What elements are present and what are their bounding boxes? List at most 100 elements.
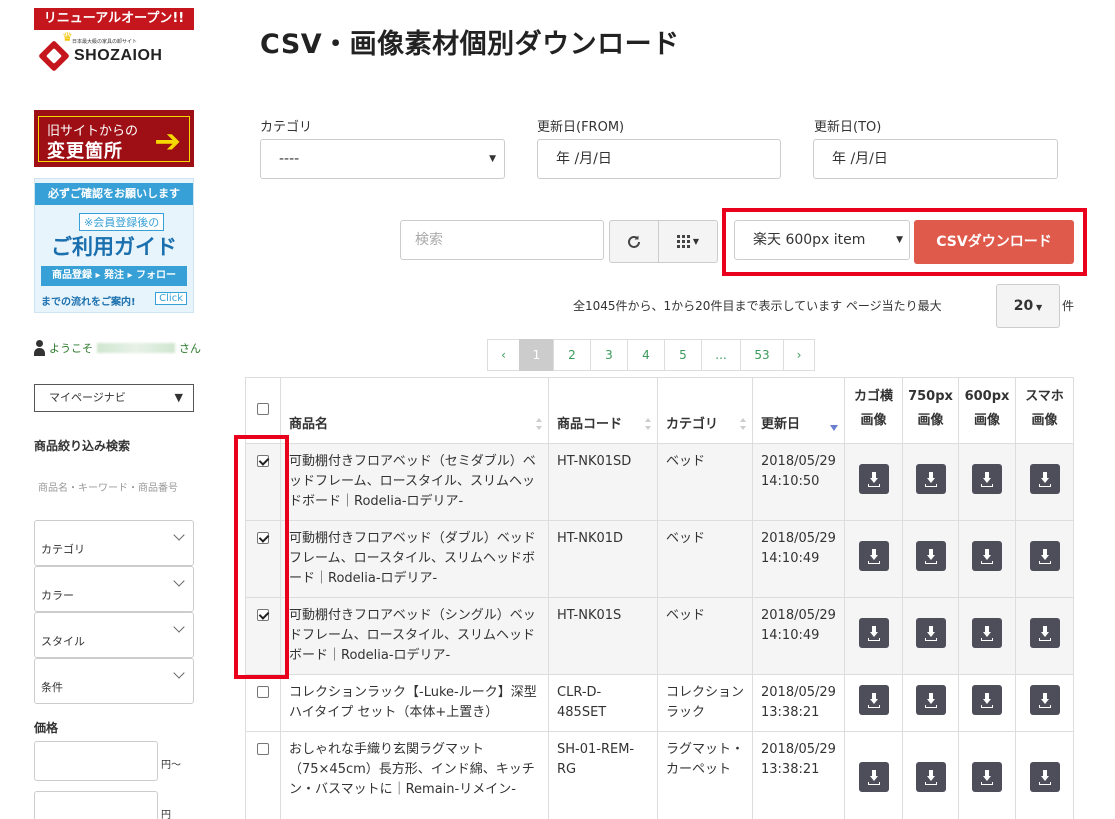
date-to-input[interactable]: 年 /月/日 (813, 139, 1058, 179)
col-750-image: 750px 画像 (902, 377, 959, 444)
guide-click-label[interactable]: Click (155, 292, 187, 305)
shozaioh-logo: ♛ 日本最大級の家具の卸サイト SHOZAIOH (34, 30, 194, 110)
download-icon[interactable] (858, 463, 889, 494)
page-5[interactable]: 5 (664, 339, 702, 371)
page-3[interactable]: 3 (590, 339, 628, 371)
download-icon[interactable] (858, 540, 889, 571)
search-input[interactable]: 検索 (400, 220, 604, 260)
mypage-nav-label: マイページナビ (49, 391, 126, 404)
cell-kago-download (844, 520, 903, 598)
cell-750-download (902, 731, 959, 819)
changes-line2: 変更箇所 (47, 141, 123, 162)
col-600-line1: 600px (964, 389, 1010, 404)
table-row[interactable]: コレクションラック【-Luke-ルーク】深型ハイタイプ セット（本体+上置き） … (245, 674, 1074, 732)
cell-time: 14:10:50 (761, 474, 820, 489)
per-page-select[interactable]: 20 ▼ (996, 284, 1060, 328)
changes-link[interactable]: 旧サイトからの 変更箇所 ➔ (38, 116, 190, 162)
download-icon[interactable] (972, 540, 1002, 571)
cell-750-download (902, 674, 959, 732)
download-icon[interactable] (915, 684, 946, 715)
facet-style[interactable]: スタイル (34, 612, 194, 658)
download-icon[interactable] (915, 540, 946, 571)
page-next[interactable]: › (783, 339, 815, 371)
cell-category: ベッド (657, 443, 753, 521)
download-icon[interactable] (1029, 617, 1060, 648)
cell-category: ラグマット・カーペット (657, 731, 753, 819)
columns-button[interactable]: ▼ (658, 220, 718, 263)
col-name[interactable]: 商品名 (280, 377, 549, 444)
col-600-line2: 画像 (973, 413, 1000, 428)
cell-750-download (902, 597, 959, 675)
facet-category[interactable]: カテゴリ (34, 520, 194, 566)
welcome-suffix: さん (179, 342, 201, 355)
cell-name: 可動棚付きフロアベッド（シングル）ベッドフレーム、ロースタイル、スリムヘッドボー… (280, 597, 549, 675)
sort-icon (536, 418, 542, 430)
download-icon[interactable] (915, 463, 946, 494)
download-icon[interactable] (972, 684, 1002, 715)
row-checkbox[interactable] (257, 686, 269, 698)
download-icon[interactable] (1029, 684, 1060, 715)
cell-category: ベッド (657, 597, 753, 675)
col-kago-image: カゴ横 画像 (844, 377, 903, 444)
facet-color[interactable]: カラー (34, 566, 194, 612)
table-row[interactable]: 可動棚付きフロアベッド（ダブル）ベッドフレーム、ロースタイル、スリムヘッドボード… (245, 520, 1074, 598)
cell-name: 可動棚付きフロアベッド（ダブル）ベッドフレーム、ロースタイル、スリムヘッドボード… (280, 520, 549, 598)
download-icon[interactable] (858, 617, 889, 648)
col-updated[interactable]: 更新日 (752, 377, 845, 444)
date-from-label: 更新日(FROM) (537, 120, 625, 135)
logo-tagline: 日本最大級の家具の卸サイト (72, 39, 138, 45)
download-icon[interactable] (1029, 540, 1060, 571)
user-icon (34, 340, 45, 356)
col-category[interactable]: カテゴリ (657, 377, 753, 444)
refresh-button[interactable] (609, 220, 659, 263)
table-row[interactable]: 可動棚付きフロアベッド（シングル）ベッドフレーム、ロースタイル、スリムヘッドボー… (245, 597, 1074, 675)
download-icon[interactable] (972, 617, 1002, 648)
keyword-search-input[interactable]: 商品名・キーワード・商品番号 (38, 479, 178, 494)
page-prev[interactable]: ‹ (487, 339, 520, 371)
table-row[interactable]: おしゃれな手織り玄関ラグマット（75×45cm）長方形、インド綿、キッチン・バス… (245, 731, 1074, 819)
renewal-banner[interactable]: リニューアルオープン!! ♛ 日本最大級の家具の卸サイト SHOZAIOH 旧サ… (34, 8, 194, 167)
cell-updated: 2018/05/29 14:10:49 (752, 520, 845, 598)
renewal-headline: リニューアルオープン!! (34, 8, 194, 30)
logo-cube-icon (38, 40, 70, 72)
cell-updated: 2018/05/29 14:10:49 (752, 597, 845, 675)
price-min-input[interactable] (34, 741, 158, 781)
mypage-nav-select[interactable]: マイページナビ ▼ (34, 384, 194, 412)
category-label: カテゴリ (260, 120, 313, 135)
download-icon[interactable] (1029, 761, 1060, 792)
download-icon[interactable] (915, 617, 946, 648)
facet-condition[interactable]: 条件 (34, 658, 194, 704)
row-checkbox[interactable] (257, 743, 269, 755)
guide-notice: 必ずご確認をお願いします (35, 183, 193, 205)
result-summary: 全1045件から、1から20件目まで表示しています ページ当たり最大 (573, 299, 942, 313)
table-row[interactable]: 可動棚付きフロアベッド（セミダブル）ベッドフレーム、ロースタイル、スリムヘッドボ… (245, 443, 1074, 521)
page-1[interactable]: 1 (519, 339, 554, 371)
chevron-down-icon (173, 575, 185, 587)
download-icon[interactable] (972, 761, 1002, 792)
download-icon[interactable] (972, 463, 1002, 494)
cell-kago-download (844, 443, 903, 521)
page-2[interactable]: 2 (553, 339, 591, 371)
download-icon[interactable] (858, 761, 889, 792)
cell-date: 2018/05/29 (761, 531, 836, 546)
category-select[interactable]: ---- ▼ (260, 139, 505, 179)
price-max-input[interactable] (34, 791, 158, 819)
cell-category: ベッド (657, 520, 753, 598)
page-53[interactable]: 53 (740, 339, 784, 371)
chevron-down-icon (173, 529, 185, 541)
date-from-input[interactable]: 年 /月/日 (537, 139, 781, 179)
download-icon[interactable] (915, 761, 946, 792)
guide-banner[interactable]: 必ずご確認をお願いします ※会員登録後の ご利用ガイド 商品登録 ▸ 発注 ▸ … (34, 178, 194, 313)
page-title: CSV・画像素材個別ダウンロード (260, 29, 680, 60)
facet-label: 条件 (41, 681, 63, 694)
page-4[interactable]: 4 (627, 339, 665, 371)
col-code[interactable]: 商品コード (548, 377, 658, 444)
cell-name: おしゃれな手織り玄関ラグマット（75×45cm）長方形、インド綿、キッチン・バス… (280, 731, 549, 819)
guide-steps: 商品登録 ▸ 発注 ▸ フォロー (41, 266, 187, 286)
cell-date: 2018/05/29 (761, 685, 836, 700)
download-icon[interactable] (858, 684, 889, 715)
download-icon[interactable] (1029, 463, 1060, 494)
arrow-right-icon: ➔ (154, 122, 181, 160)
select-all-checkbox[interactable] (257, 402, 269, 415)
cell-kago-download (844, 674, 903, 732)
